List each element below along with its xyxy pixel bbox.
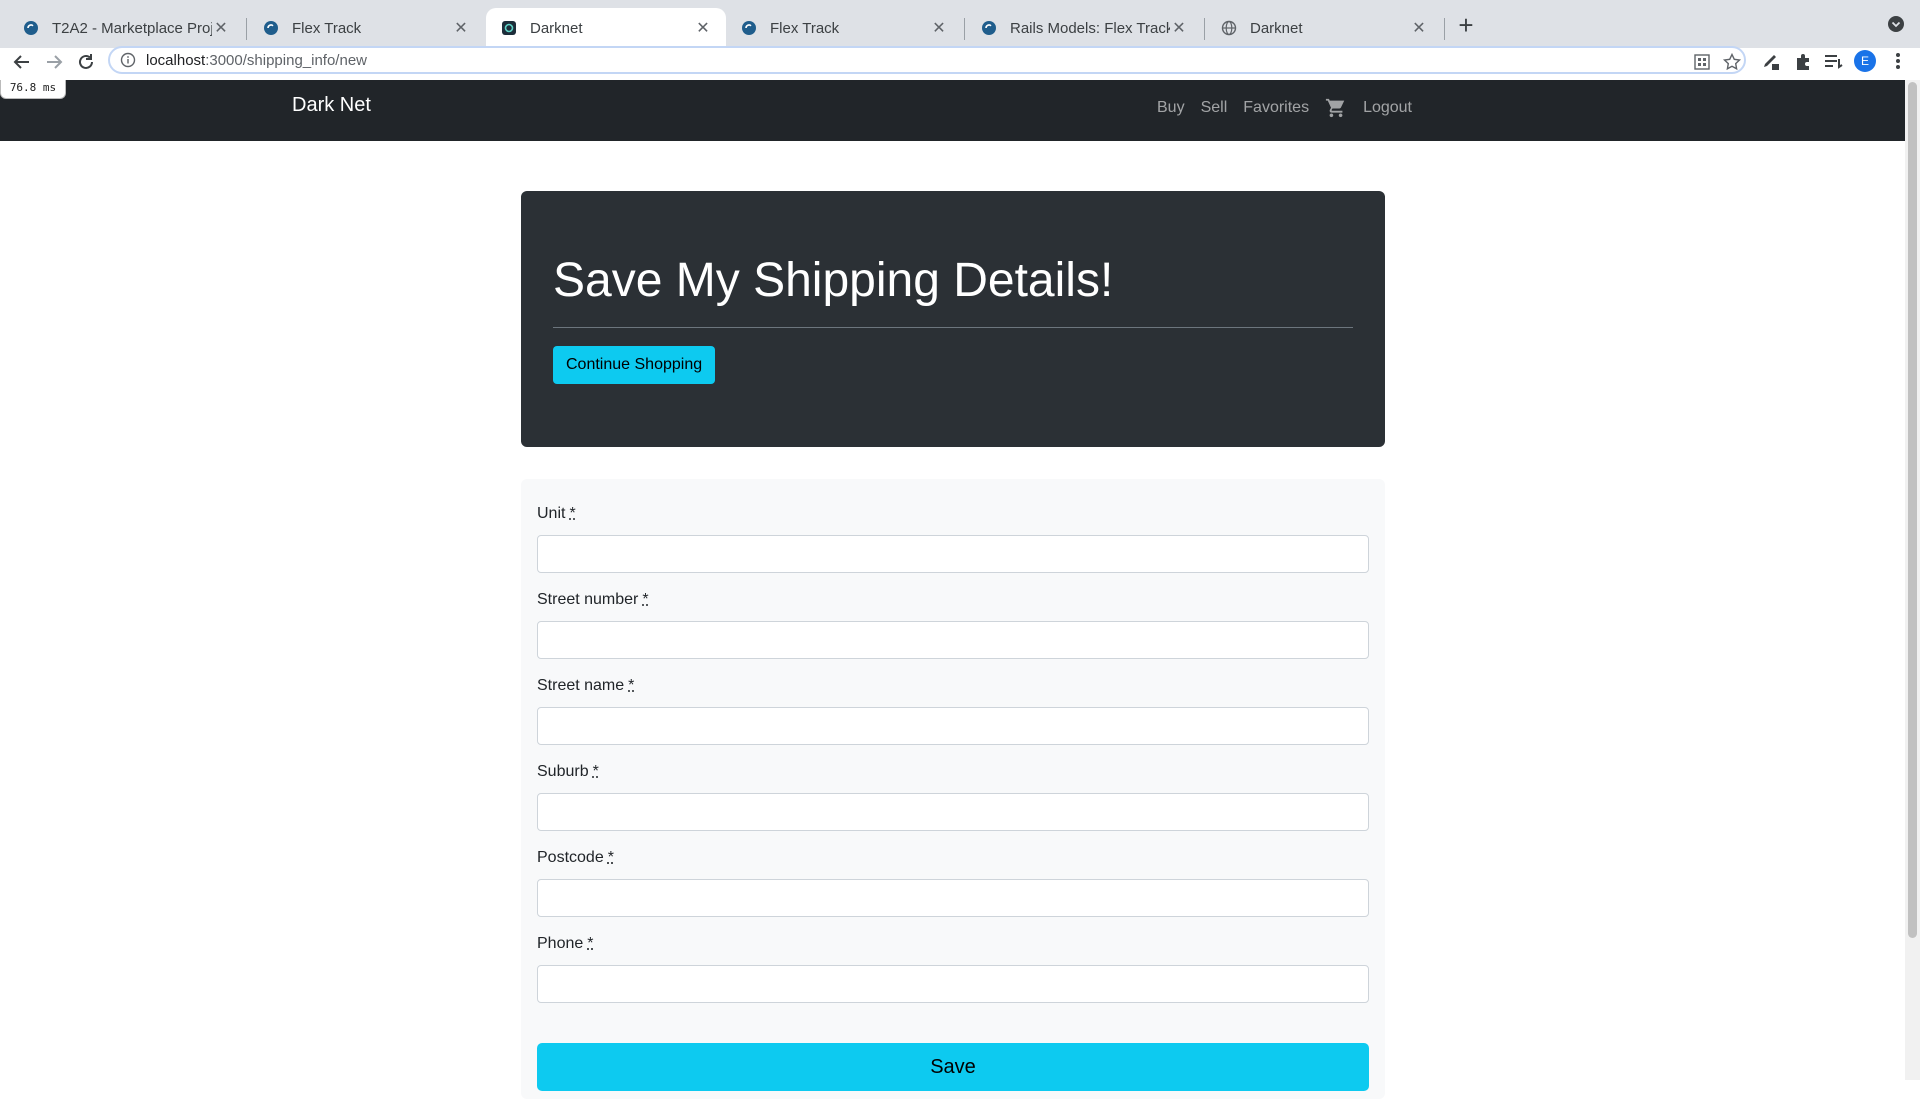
close-tab-icon[interactable]: ✕ xyxy=(694,18,712,38)
crowdtech-icon xyxy=(740,19,758,37)
close-tab-icon[interactable]: ✕ xyxy=(1170,18,1188,38)
browser-tab-bar: T2A2 - Marketplace Project ✕ Flex Track … xyxy=(0,0,1920,48)
required-mark: * xyxy=(642,591,648,608)
browser-tab-3-active[interactable]: Darknet ✕ xyxy=(486,8,726,48)
crowdtech-icon xyxy=(22,19,40,37)
globe-icon xyxy=(1220,19,1238,37)
cart-icon[interactable] xyxy=(1325,97,1347,119)
required-mark: * xyxy=(628,677,634,694)
page-viewport: 76.8 ms Dark Net Buy Sell Favorites Logo… xyxy=(0,80,1920,1080)
street-number-label: Street number * xyxy=(537,591,1369,615)
required-mark: * xyxy=(569,505,575,522)
nav-links: Buy Sell Favorites Logout xyxy=(1141,97,1412,119)
bookmark-star-icon[interactable] xyxy=(1722,52,1742,72)
street-number-label-text: Street number xyxy=(537,591,638,608)
page-title: Save My Shipping Details! xyxy=(553,253,1113,308)
tab-title: Darknet xyxy=(1250,20,1410,37)
extensions-puzzle-icon[interactable] xyxy=(1792,50,1814,72)
tab-title: Darknet xyxy=(530,20,694,37)
nav-favorites-link[interactable]: Favorites xyxy=(1243,99,1309,117)
postcode-input[interactable] xyxy=(537,879,1369,917)
continue-shopping-button[interactable]: Continue Shopping xyxy=(553,346,715,384)
new-tab-button[interactable]: + xyxy=(1452,12,1480,40)
forward-arrow-icon[interactable] xyxy=(42,50,66,74)
suburb-group: Suburb * xyxy=(537,763,1369,831)
required-mark: * xyxy=(587,935,593,952)
unit-label: Unit * xyxy=(537,505,1369,529)
phone-label: Phone * xyxy=(537,935,1369,959)
hero-banner: Save My Shipping Details! Continue Shopp… xyxy=(521,191,1385,447)
required-mark: * xyxy=(608,849,614,866)
browser-tab-4[interactable]: Flex Track ✕ xyxy=(726,8,962,48)
save-button[interactable]: Save xyxy=(537,1043,1369,1091)
render-time-badge: 76.8 ms xyxy=(0,80,66,99)
browser-menu-icon[interactable] xyxy=(1890,50,1906,72)
tab-divider xyxy=(1444,18,1445,40)
tab-divider xyxy=(246,18,247,40)
crowdtech-icon xyxy=(262,19,280,37)
suburb-input[interactable] xyxy=(537,793,1369,831)
profile-avatar[interactable]: E xyxy=(1854,50,1876,72)
tab-title: Flex Track xyxy=(770,20,930,37)
qr-code-icon[interactable] xyxy=(1692,52,1712,72)
postcode-label-text: Postcode xyxy=(537,849,604,866)
street-name-input[interactable] xyxy=(537,707,1369,745)
url-text: localhost:3000/shipping_info/new xyxy=(146,52,367,69)
tab-divider xyxy=(1204,18,1205,40)
browser-tab-6[interactable]: Darknet ✕ xyxy=(1206,8,1442,48)
postcode-group: Postcode * xyxy=(537,849,1369,917)
unit-label-text: Unit xyxy=(537,505,565,522)
tab-search-icon[interactable] xyxy=(1886,14,1906,34)
tab-title: Flex Track xyxy=(292,20,452,37)
tab-title: Rails Models: Flex Track xyxy=(1010,20,1170,37)
street-number-input[interactable] xyxy=(537,621,1369,659)
page-scrollbar-thumb[interactable] xyxy=(1908,82,1917,938)
url-path: :3000/shipping_info/new xyxy=(205,52,367,69)
postcode-label: Postcode * xyxy=(537,849,1369,873)
tab-divider xyxy=(964,18,965,40)
browser-tab-5[interactable]: Rails Models: Flex Track ✕ xyxy=(966,8,1202,48)
close-tab-icon[interactable]: ✕ xyxy=(212,18,230,38)
phone-input[interactable] xyxy=(537,965,1369,1003)
street-name-label-text: Street name xyxy=(537,677,624,694)
phone-group: Phone * xyxy=(537,935,1369,1003)
close-tab-icon[interactable]: ✕ xyxy=(930,18,948,38)
reload-icon[interactable] xyxy=(74,50,98,74)
url-host: localhost xyxy=(146,52,205,69)
crowdtech-icon xyxy=(980,19,998,37)
reading-list-icon[interactable] xyxy=(1822,50,1844,72)
required-mark: * xyxy=(593,763,599,780)
site-navbar: Dark Net Buy Sell Favorites Logout xyxy=(0,80,1905,141)
unit-group: Unit * xyxy=(537,505,1369,573)
tab-title: T2A2 - Marketplace Project xyxy=(52,20,212,37)
extension-pen-icon[interactable] xyxy=(1760,50,1782,72)
address-bar[interactable]: localhost:3000/shipping_info/new xyxy=(108,46,1746,74)
suburb-label-text: Suburb xyxy=(537,763,589,780)
hero-divider xyxy=(553,327,1353,328)
nav-sell-link[interactable]: Sell xyxy=(1201,99,1228,117)
shipping-info-form: Unit * Street number * Street name * Suburb… xyxy=(521,479,1385,1099)
close-tab-icon[interactable]: ✕ xyxy=(1410,18,1428,38)
street-number-group: Street number * xyxy=(537,591,1369,659)
suburb-label: Suburb * xyxy=(537,763,1369,787)
rails-icon xyxy=(500,19,518,37)
back-arrow-icon[interactable] xyxy=(10,50,34,74)
browser-tab-2[interactable]: Flex Track ✕ xyxy=(248,8,484,48)
brand-link[interactable]: Dark Net xyxy=(292,94,371,117)
site-info-icon[interactable] xyxy=(118,52,138,68)
phone-label-text: Phone xyxy=(537,935,583,952)
browser-tab-1[interactable]: T2A2 - Marketplace Project ✕ xyxy=(8,8,244,48)
unit-input[interactable] xyxy=(537,535,1369,573)
nav-logout-link[interactable]: Logout xyxy=(1363,99,1412,117)
street-name-label: Street name * xyxy=(537,677,1369,701)
nav-buy-link[interactable]: Buy xyxy=(1157,99,1185,117)
close-tab-icon[interactable]: ✕ xyxy=(452,18,470,38)
street-name-group: Street name * xyxy=(537,677,1369,745)
